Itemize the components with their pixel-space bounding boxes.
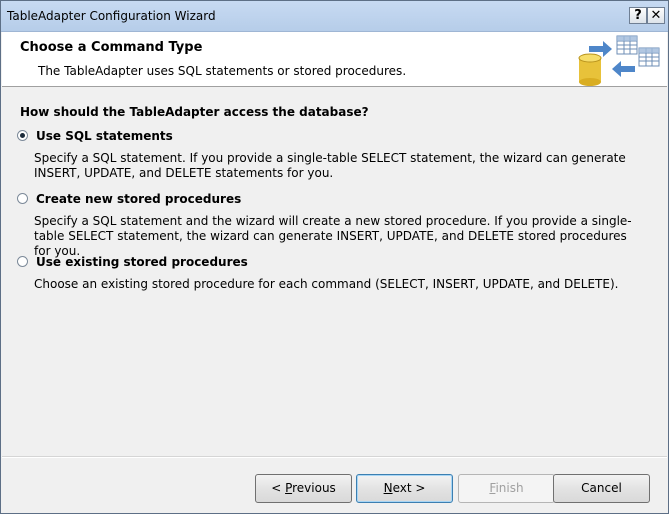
help-button[interactable]: ? (629, 7, 647, 24)
radio-create-stored-procedures[interactable] (17, 193, 28, 204)
button-label-rest: revious (292, 481, 336, 495)
title-bar[interactable]: TableAdapter Configuration Wizard ? ✕ (1, 1, 668, 32)
next-button[interactable]: Next > (356, 474, 453, 503)
wizard-header: Choose a Command Type The TableAdapter u… (2, 32, 667, 87)
button-label-rest: inish (495, 481, 524, 495)
wizard-window: TableAdapter Configuration Wizard ? ✕ Ch… (0, 0, 669, 514)
previous-button[interactable]: < Previous (255, 474, 352, 503)
cancel-button[interactable]: Cancel (553, 474, 650, 503)
page-title: Choose a Command Type (20, 40, 203, 55)
option-description: Choose an existing stored procedure for … (34, 277, 619, 291)
button-label-prefix: < (271, 481, 286, 495)
close-button[interactable]: ✕ (647, 7, 665, 24)
option-label[interactable]: Create new stored procedures (36, 192, 241, 206)
page-subtitle: The TableAdapter uses SQL statements or … (38, 64, 407, 78)
button-mnemonic: N (383, 481, 393, 495)
option-label[interactable]: Use existing stored procedures (36, 255, 248, 269)
footer-divider (2, 456, 667, 458)
database-table-icon (578, 35, 660, 86)
access-question: How should the TableAdapter access the d… (20, 105, 369, 119)
option-description: Specify a SQL statement. If you provide … (34, 151, 626, 180)
option-description: Specify a SQL statement and the wizard w… (34, 214, 632, 258)
radio-use-existing-stored-procedures[interactable] (17, 256, 28, 267)
button-label-rest: ext > (392, 481, 426, 495)
finish-button[interactable]: Finish (458, 474, 555, 503)
option-label[interactable]: Use SQL statements (36, 129, 173, 143)
window-title: TableAdapter Configuration Wizard (7, 9, 216, 23)
radio-use-sql-statements[interactable] (17, 130, 28, 141)
